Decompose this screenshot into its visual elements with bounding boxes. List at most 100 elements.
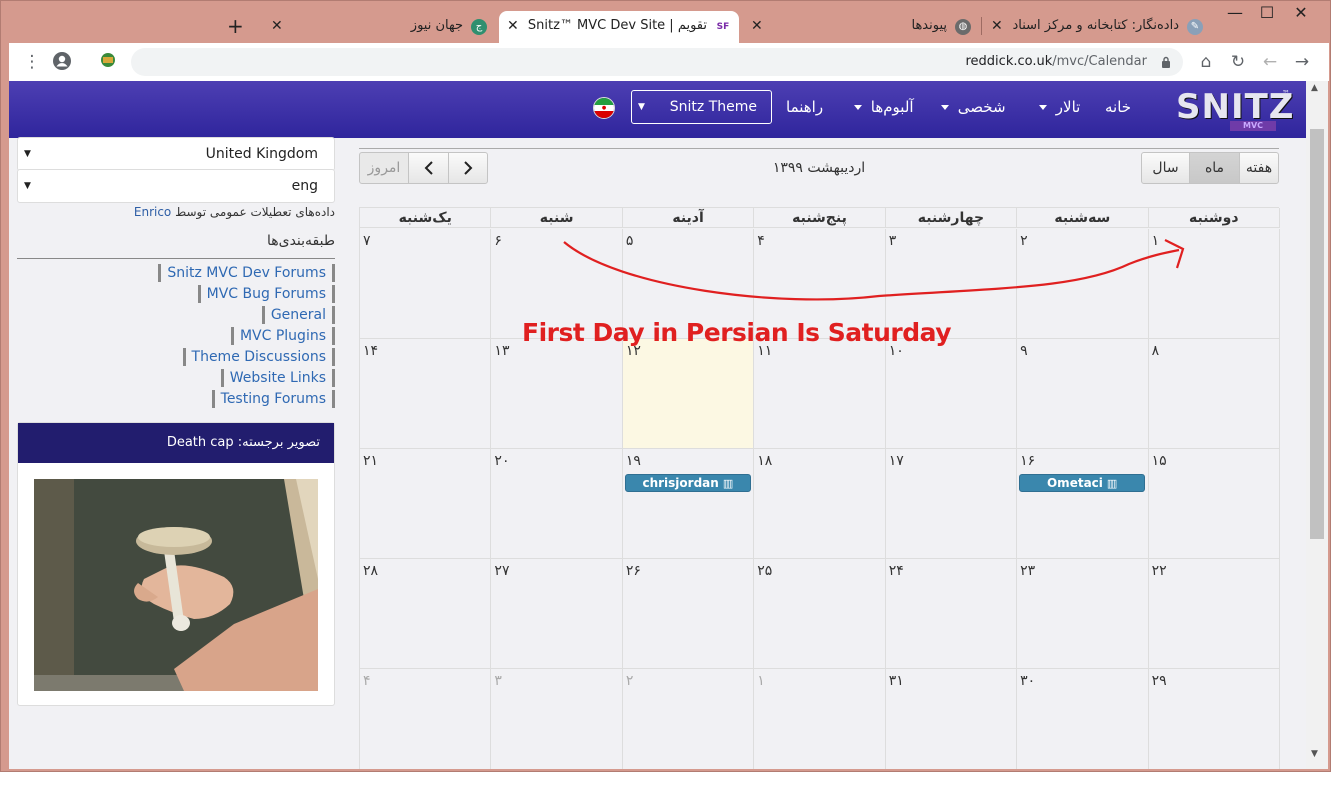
country-select[interactable]: United Kingdom ▼ xyxy=(17,137,335,171)
day-number: ۱۳ xyxy=(494,343,510,359)
day-cell[interactable]: ۲۱ xyxy=(360,449,492,559)
day-cell[interactable]: ۲ xyxy=(1017,229,1149,339)
site-navbar: SNITZ MVC ™ خانه تالار شخصی آلبوم‌ها راه… xyxy=(9,81,1306,138)
new-tab-button[interactable]: + xyxy=(227,15,244,37)
day-name-header: دوشنبه xyxy=(1148,208,1280,228)
day-cell[interactable]: ۳۰ xyxy=(1017,669,1149,769)
holiday-author-link[interactable]: Enrico xyxy=(134,205,171,219)
day-cell[interactable]: ۱۲ xyxy=(622,339,755,449)
forum-link-bug-forums[interactable]: MVC Bug Forums xyxy=(197,285,335,303)
theme-select[interactable]: Snitz Theme ▼ xyxy=(631,90,772,124)
forum-link-theme-discussions[interactable]: Theme Discussions xyxy=(182,348,335,366)
tab-title: پیوندها xyxy=(911,18,947,33)
dropdown-arrow-icon: ▼ xyxy=(24,149,31,159)
day-cell[interactable]: ۲۶ xyxy=(622,559,755,669)
day-cell[interactable]: ۱۳ xyxy=(491,339,623,449)
day-cell[interactable]: ۲۹ xyxy=(1149,669,1280,769)
tab-close-icon[interactable]: ✕ xyxy=(507,11,519,41)
tab-links[interactable]: ◍ پیوندها ✕ xyxy=(743,11,979,43)
tab-close-icon[interactable]: ✕ xyxy=(751,11,763,41)
tab-calendar[interactable]: SF تقویم | Snitz™ MVC Dev Site ✕ xyxy=(499,11,739,43)
day-cell[interactable]: ۲۰ xyxy=(491,449,623,559)
forum-link-dev-forums[interactable]: Snitz MVC Dev Forums xyxy=(158,264,335,282)
day-name-header: شنبه xyxy=(491,208,623,228)
address-bar[interactable]: reddick.co.uk/mvc/Calendar xyxy=(131,48,1183,76)
day-cell[interactable]: ۲۷ xyxy=(491,559,623,669)
profile-icon[interactable] xyxy=(51,51,73,73)
day-number: ۱۵ xyxy=(1151,453,1167,469)
prev-month-button[interactable] xyxy=(408,152,449,184)
home-icon[interactable]: ⌂ xyxy=(1195,51,1217,73)
day-cell[interactable]: ۱۰ xyxy=(885,339,1018,449)
arrow-right-icon[interactable]: → xyxy=(1291,51,1313,73)
snitz-logo[interactable]: SNITZ MVC ™ xyxy=(1176,87,1293,131)
day-cell[interactable]: ۱۹ chrisjordan ▥ xyxy=(622,449,755,559)
day-name-header: آدینه xyxy=(622,208,755,228)
tab-close-icon[interactable]: ✕ xyxy=(991,11,1003,41)
page-viewport: SNITZ MVC ™ خانه تالار شخصی آلبوم‌ها راه… xyxy=(9,81,1306,769)
day-cell[interactable]: ۲۴ xyxy=(885,559,1018,669)
extension-icon[interactable] xyxy=(97,51,119,73)
day-cell[interactable]: ۹ xyxy=(1017,339,1149,449)
day-cell[interactable]: ۲۳ xyxy=(1017,559,1149,669)
day-cell[interactable]: ۱ xyxy=(1148,229,1280,339)
day-cell[interactable]: ۱ xyxy=(754,669,886,769)
forum-link-general[interactable]: General xyxy=(261,306,335,324)
scroll-down-icon[interactable]: ▼ xyxy=(1311,749,1318,759)
kebab-menu-icon[interactable]: ⋮ xyxy=(21,51,43,73)
day-cell[interactable]: ۱۷ xyxy=(885,449,1018,559)
nav-personal[interactable]: شخصی xyxy=(941,81,1006,138)
day-cell[interactable]: ۴ xyxy=(360,669,492,769)
tab-jahan-news[interactable]: ج جهان نیوز ✕ xyxy=(263,11,495,43)
day-cell[interactable]: ۲۸ xyxy=(360,559,492,669)
day-cell[interactable]: ۱۴ xyxy=(360,339,492,449)
birthday-event[interactable]: chrisjordan ▥ xyxy=(624,474,751,492)
day-number: ۲۶ xyxy=(625,563,641,579)
day-number: ۲۵ xyxy=(757,563,773,579)
day-cell[interactable]: ۳۱ xyxy=(886,669,1018,769)
window-close-button[interactable]: ✕ xyxy=(1282,1,1320,25)
scrollbar[interactable]: ▲ ▼ xyxy=(1306,81,1328,769)
day-cell[interactable]: ۲ xyxy=(623,669,755,769)
day-cell[interactable]: ۳ xyxy=(491,669,623,769)
today-button[interactable]: امروز xyxy=(359,152,409,184)
day-name-header: سه‌شنبه xyxy=(1017,208,1149,228)
forum-link-plugins[interactable]: MVC Plugins xyxy=(230,327,335,345)
next-month-button[interactable] xyxy=(448,152,488,184)
nav-help[interactable]: راهنما xyxy=(786,81,823,138)
view-year-button[interactable]: سال xyxy=(1141,152,1190,184)
day-cell[interactable]: ۲۲ xyxy=(1148,559,1280,669)
forum-link-website-links[interactable]: Website Links xyxy=(220,369,335,387)
day-number: ۱۴ xyxy=(363,343,379,359)
featured-photo[interactable] xyxy=(34,479,318,691)
country-select-value: United Kingdom xyxy=(205,146,318,162)
arrow-left-icon[interactable]: ← xyxy=(1259,51,1281,73)
day-cell[interactable]: ۱۱ xyxy=(754,339,886,449)
day-cell[interactable]: ۲۵ xyxy=(754,559,886,669)
maximize-button[interactable]: ☐ xyxy=(1248,1,1286,25)
tab-close-icon[interactable]: ✕ xyxy=(271,11,283,41)
forum-link-testing[interactable]: Testing Forums xyxy=(211,390,335,408)
nav-albums[interactable]: آلبوم‌ها xyxy=(854,81,914,138)
language-select[interactable]: eng ▼ xyxy=(17,169,335,203)
tab-dadehnegar[interactable]: ✎ داده‌نگار: کتابخانه و مرکز اسناد ✕ xyxy=(983,11,1211,43)
scroll-up-icon[interactable]: ▲ xyxy=(1311,83,1318,93)
logo-subtext: MVC xyxy=(1230,121,1276,131)
day-cell[interactable]: ۱۶ Ometaci ▥ xyxy=(1017,449,1149,559)
reload-icon[interactable]: ↻ xyxy=(1227,51,1249,73)
view-week-button[interactable]: هفته xyxy=(1239,152,1279,184)
nav-home[interactable]: خانه xyxy=(1105,81,1131,138)
day-cell[interactable]: ۷ xyxy=(360,229,492,339)
day-number: ۳ xyxy=(494,673,502,689)
view-month-button[interactable]: ماه xyxy=(1189,152,1240,184)
url-text[interactable]: reddick.co.uk/mvc/Calendar xyxy=(966,48,1148,76)
nav-forum[interactable]: تالار xyxy=(1039,81,1080,138)
iran-flag-icon[interactable]: ● xyxy=(593,97,615,119)
scrollbar-thumb[interactable] xyxy=(1310,129,1324,539)
birthday-event[interactable]: Ometaci ▥ xyxy=(1019,474,1146,492)
day-cell[interactable]: ۱۵ xyxy=(1148,449,1280,559)
day-cell[interactable]: ۸ xyxy=(1148,339,1280,449)
birthday-cake-icon: ▥ xyxy=(1106,477,1118,490)
day-cell[interactable]: ۱۸ xyxy=(754,449,886,559)
divider xyxy=(17,258,335,259)
